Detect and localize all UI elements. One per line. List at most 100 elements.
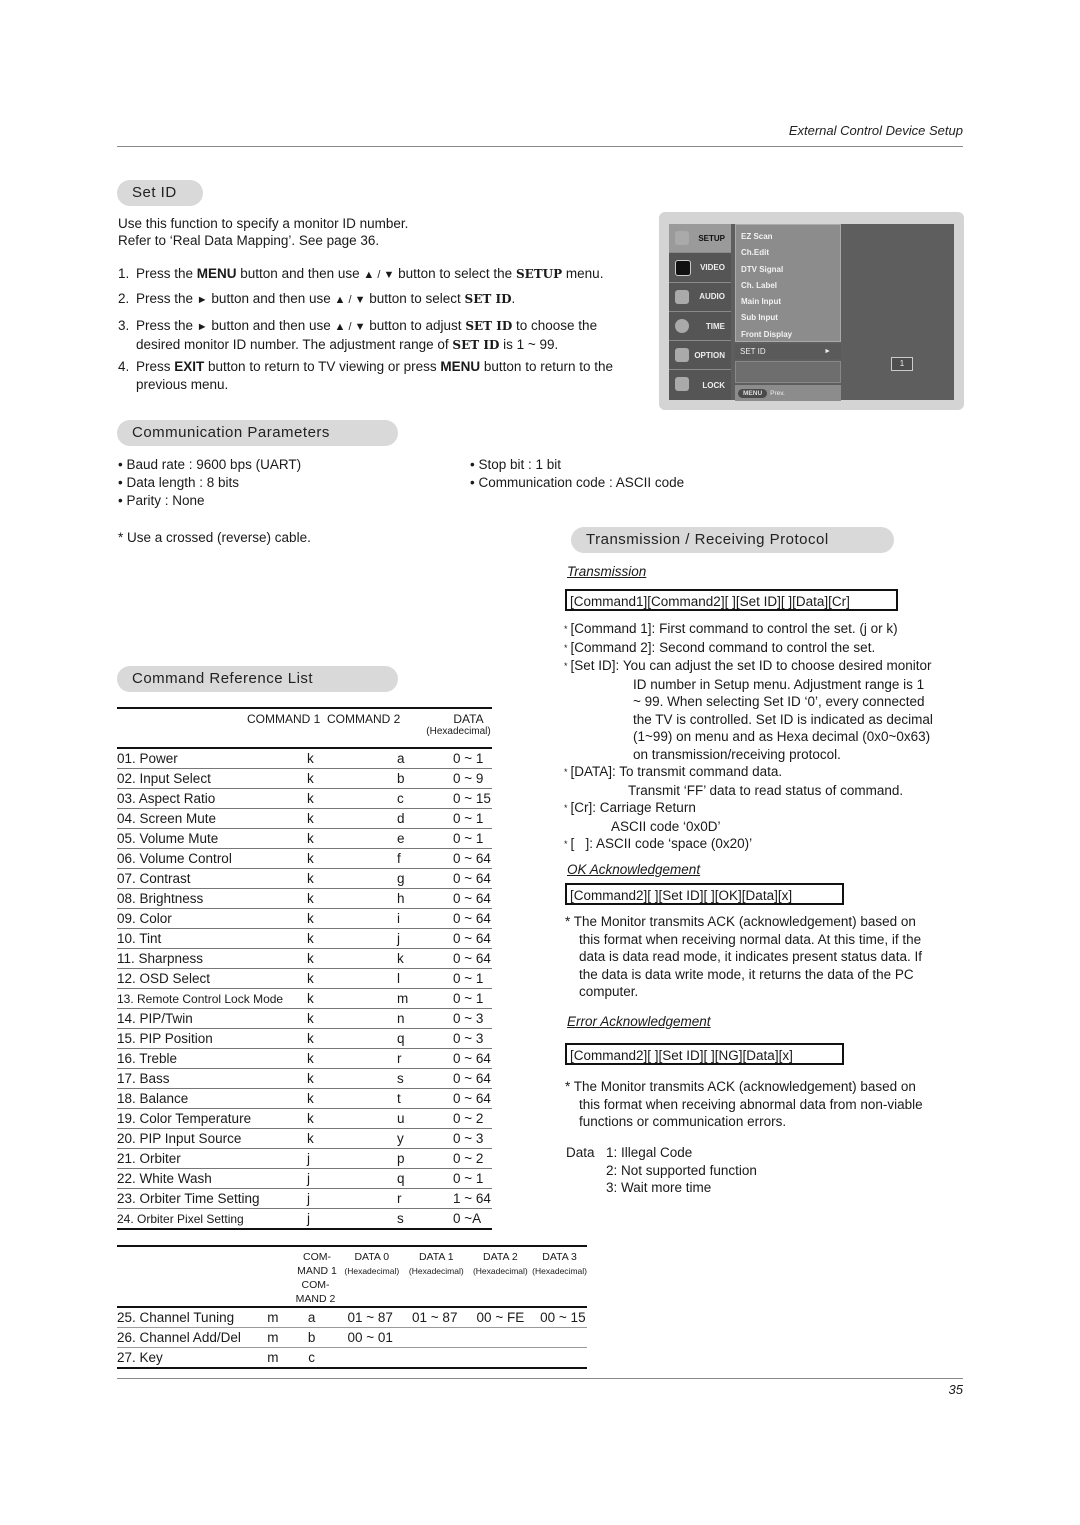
command2-cell: j xyxy=(377,928,445,949)
command2-cell: s xyxy=(377,1068,445,1089)
comm-params-heading: Communication Parameters xyxy=(117,420,398,446)
data-range-cell: 0 ~ 2 xyxy=(445,1108,492,1129)
data-range-cell: 0 ~ 1 xyxy=(445,968,492,989)
command-name: 21. Orbiter xyxy=(117,1148,307,1169)
data-range-cell: 0 ~ 9 xyxy=(445,768,492,789)
clock-icon xyxy=(675,318,689,333)
right-arrow-icon: ► xyxy=(196,321,208,333)
command-row: 25. Channel Tuning m a 01 ~ 87 01 ~ 87 00 ~ F… xyxy=(117,1307,587,1328)
command1-cell: k xyxy=(307,808,377,829)
command-name: 01. Power xyxy=(117,748,307,769)
col-header-command2: COMMAND 2 xyxy=(327,712,401,726)
comm-params-right: • Stop bit : 1 bit • Communication code … xyxy=(470,456,684,492)
osd-footer: MENU Prev. xyxy=(735,385,841,401)
page-header-title: External Control Device Setup xyxy=(788,123,963,138)
command-name: 24. Orbiter Pixel Setting xyxy=(117,1208,307,1230)
data1-cell xyxy=(404,1327,469,1348)
command1-cell: k xyxy=(307,868,377,889)
command1-cell: j xyxy=(307,1208,377,1230)
command-name: 14. PIP/Twin xyxy=(117,1008,307,1029)
osd-item: Sub Input xyxy=(741,313,778,323)
command1-cell: k xyxy=(307,908,377,929)
command1-cell: j xyxy=(307,1168,377,1189)
satellite-dish-icon xyxy=(675,231,689,245)
command-name: 25. Channel Tuning xyxy=(117,1307,262,1328)
osd-tab-lock: LOCK xyxy=(669,370,731,400)
osd-set-id-value: 1 xyxy=(891,357,913,371)
command2-cell: c xyxy=(377,788,445,809)
right-arrow-icon: ► xyxy=(824,348,831,355)
note-set-id: * [Set ID]: You can adjust the set ID to … xyxy=(564,658,933,762)
command1-cell: k xyxy=(307,988,377,1009)
command-name: 07. Contrast xyxy=(117,868,307,889)
command-name: 15. PIP Position xyxy=(117,1028,307,1049)
cable-note: * Use a crossed (reverse) cable. xyxy=(118,530,311,545)
command-row: 18. Balance k t 0 ~ 64 xyxy=(117,1088,492,1109)
speaker-icon xyxy=(675,289,689,304)
note-data: * [DATA]: To transmit command data. Trans… xyxy=(564,764,904,798)
command-row: 03. Aspect Ratio k c 0 ~ 15 xyxy=(117,788,492,809)
command-row: 01. Power k a 0 ~ 1 xyxy=(117,748,492,769)
command-row: 27. Key m c xyxy=(117,1347,587,1369)
command-row: 24. Orbiter Pixel Setting j s 0 ~A xyxy=(117,1208,492,1230)
command-name: 26. Channel Add/Del xyxy=(117,1327,262,1348)
command1-cell: k xyxy=(307,1048,377,1069)
command2-cell: u xyxy=(377,1108,445,1129)
command-row: 22. White Wash j q 0 ~ 1 xyxy=(117,1168,492,1189)
col-header-data: DATA (Hexadecimal) xyxy=(426,712,491,737)
command2-cell: a xyxy=(283,1307,340,1328)
data3-cell xyxy=(532,1347,587,1369)
data2-cell: 00 ~ FE xyxy=(468,1307,533,1328)
command-name: 04. Screen Mute xyxy=(117,808,307,829)
command1-cell: k xyxy=(307,1088,377,1109)
col-header-cmd: COM- MAND 1COM- MAND 2 xyxy=(295,1251,337,1305)
command1-cell: m xyxy=(261,1327,284,1348)
osd-menu-button: MENU xyxy=(738,388,768,398)
command2-cell: a xyxy=(377,748,445,769)
command-row: 26. Channel Add/Del m b 00 ~ 01 xyxy=(117,1327,587,1348)
step-1: 1. Press the MENU button and then use ▲ /… xyxy=(118,266,604,281)
osd-menu-illustration: SETUP VIDEO AUDIO TIME OPTION LOCK EZ Sc… xyxy=(659,212,964,410)
note-space: *[ ]: ASCII code ‘space (0x20)’ xyxy=(564,836,753,851)
command1-cell: k xyxy=(307,748,377,769)
osd-tab-setup: SETUP xyxy=(669,224,731,254)
command-row: 05. Volume Mute k e 0 ~ 1 xyxy=(117,828,492,849)
command1-cell: k xyxy=(307,928,377,949)
param-item: • Stop bit : 1 bit xyxy=(470,457,562,472)
ok-ack-label: OK Acknowledgement xyxy=(567,862,701,877)
command2-cell: y xyxy=(377,1128,445,1149)
osd-item: DTV Signal xyxy=(741,264,784,274)
command-name: 13. Remote Control Lock Mode xyxy=(117,988,307,1009)
command-row: 21. Orbiter j p 0 ~ 2 xyxy=(117,1148,492,1169)
osd-tab-time: TIME xyxy=(669,311,731,342)
command-row: 02. Input Select k b 0 ~ 9 xyxy=(117,768,492,789)
note-cr: * [Cr]: Carriage Return ASCII code ‘0x0D’ xyxy=(564,800,721,834)
osd-tab-column: SETUP VIDEO AUDIO TIME OPTION LOCK xyxy=(669,224,731,400)
param-item: • Data length : 8 bits xyxy=(118,475,240,490)
note-command1: * [Command 1]: First command to control t… xyxy=(564,621,898,636)
data1-cell: 01 ~ 87 xyxy=(404,1307,469,1328)
command1-cell: m xyxy=(261,1307,284,1328)
osd-setup-list: EZ Scan Ch.Edit DTV Signal Ch. Label Mai… xyxy=(735,224,841,401)
data-range-cell: 0 ~ 1 xyxy=(445,1168,492,1189)
command2-cell: r xyxy=(377,1188,445,1209)
command-row: 07. Contrast k g 0 ~ 64 xyxy=(117,868,492,889)
command1-cell: k xyxy=(307,948,377,969)
command-name: 09. Color xyxy=(117,908,307,929)
data-range-cell: 0 ~ 1 xyxy=(445,808,492,829)
tools-icon xyxy=(675,348,689,363)
transmission-format-box: [Command1][Command2][ ][Set ID][ ][Data]… xyxy=(565,589,898,611)
command-name: 08. Brightness xyxy=(117,888,307,909)
command2-cell: q xyxy=(377,1028,445,1049)
data3-cell xyxy=(532,1327,587,1348)
step-2: 2. Press the ► button and then use ▲ / ▼ … xyxy=(118,291,516,306)
osd-item: Main Input xyxy=(741,297,781,307)
osd-item: EZ Scan xyxy=(741,232,773,241)
data-range-cell: 0 ~ 2 xyxy=(445,1148,492,1169)
set-id-heading: Set ID xyxy=(117,180,203,206)
param-item: • Baud rate : 9600 bps (UART) xyxy=(118,457,302,472)
command2-cell: s xyxy=(377,1208,445,1230)
transmission-label: Transmission xyxy=(567,564,647,579)
command-row: 20. PIP Input Source k y 0 ~ 3 xyxy=(117,1128,492,1149)
data3-cell: 00 ~ 15 xyxy=(532,1307,587,1328)
